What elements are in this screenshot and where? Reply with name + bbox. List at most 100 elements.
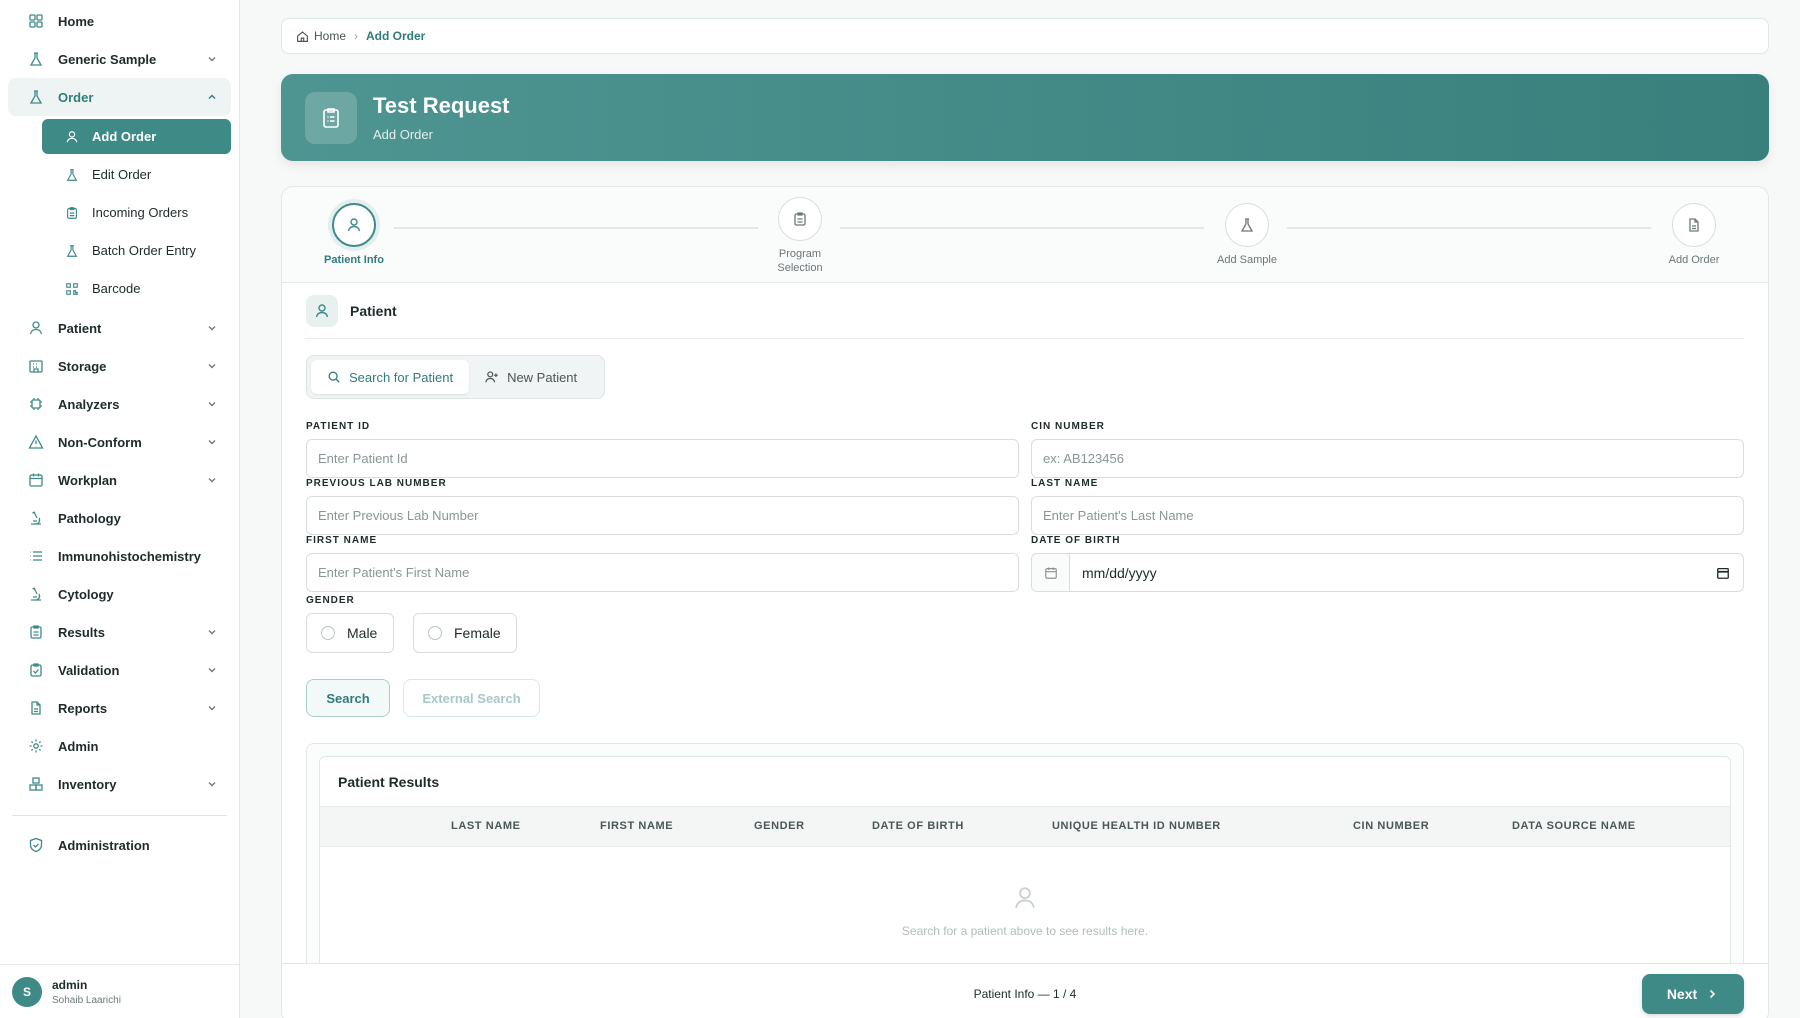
sidebar: Home Generic Sample Order Add Order Edit… <box>0 0 240 1018</box>
sidebar-item-label: Storage <box>58 358 107 374</box>
calendar-icon <box>1032 554 1070 591</box>
sidebar-item-patient[interactable]: Patient <box>8 309 231 347</box>
sidebar-item-cytology[interactable]: Cytology <box>8 575 231 613</box>
sidebar-item-inventory[interactable]: Inventory <box>8 765 231 803</box>
tab-label: New Patient <box>507 369 578 385</box>
sidebar-subitem-batch-order-entry[interactable]: Batch Order Entry <box>42 233 231 268</box>
step-add-order[interactable]: Add Order <box>1634 203 1754 267</box>
sidebar-subitem-label: Incoming Orders <box>92 205 189 220</box>
sidebar-subitem-add-order[interactable]: Add Order <box>42 119 231 154</box>
radio-label: Female <box>454 625 501 641</box>
sidebar-item-label: Results <box>58 624 105 640</box>
first-name-field: FIRST NAME <box>306 535 1019 592</box>
shield-icon <box>28 837 44 853</box>
section-title: Patient <box>350 302 397 319</box>
home-icon <box>297 30 308 42</box>
sidebar-item-label: Non-Conform <box>58 434 142 450</box>
sidebar-item-label: Order <box>58 89 94 105</box>
previous-lab-number-input[interactable] <box>306 496 1019 535</box>
user-icon <box>1015 887 1035 908</box>
patient-mode-tabs: Search for Patient New Patient <box>306 355 605 399</box>
sidebar-item-home[interactable]: Home <box>8 2 231 40</box>
sidebar-subitem-barcode[interactable]: Barcode <box>42 271 231 306</box>
sidebar-item-generic-sample[interactable]: Generic Sample <box>8 40 231 78</box>
main-content: Home › Add Order Test Request Add Order … <box>281 18 1769 1018</box>
user-profile[interactable]: S admin Sohaib Laarichi <box>0 964 240 1018</box>
tab-label: Search for Patient <box>349 369 454 385</box>
sidebar-item-immunohistochemistry[interactable]: Immunohistochemistry <box>8 537 231 575</box>
tab-search-patient[interactable]: Search for Patient <box>311 360 470 394</box>
previous-lab-number-field: PREVIOUS LAB NUMBER <box>306 478 1019 535</box>
field-label: FIRST NAME <box>306 535 378 546</box>
sidebar-item-reports[interactable]: Reports <box>8 689 231 727</box>
step-program-selection[interactable]: Program Selection <box>740 197 860 275</box>
date-of-birth-input[interactable]: mm/dd/yyyy <box>1031 553 1744 592</box>
gender-female-radio[interactable]: Female <box>413 613 517 653</box>
sidebar-item-non-conform[interactable]: Non-Conform <box>8 423 231 461</box>
sidebar-item-storage[interactable]: Storage <box>8 347 231 385</box>
date-of-birth-field: DATE OF BIRTH mm/dd/yyyy <box>1031 535 1744 592</box>
sidebar-item-label: Generic Sample <box>58 51 157 67</box>
sidebar-subitem-label: Add Order <box>92 129 157 144</box>
gender-male-radio[interactable]: Male <box>306 613 394 653</box>
page-subtitle: Add Order <box>373 127 433 142</box>
chevron-down-icon <box>208 57 216 62</box>
breadcrumb-home[interactable]: Home <box>314 29 346 43</box>
step-label: Program Selection <box>777 248 823 274</box>
user-icon <box>332 203 376 247</box>
patient-section: Patient Search for Patient New Patient P… <box>282 283 1768 996</box>
results-title: Patient Results <box>320 757 1730 807</box>
sidebar-item-label: Home <box>58 13 95 29</box>
user-icon <box>28 320 44 336</box>
empty-state: Search for a patient above to see result… <box>320 847 1730 938</box>
last-name-field: LAST NAME <box>1031 478 1744 535</box>
sidebar-item-label: Admin <box>58 738 99 754</box>
sidebar-item-results[interactable]: Results <box>8 613 231 651</box>
sidebar-subitem-label: Edit Order <box>92 167 152 182</box>
patient-results-table: Patient Results LAST NAME FIRST NAME GEN… <box>319 756 1731 996</box>
sidebar-item-label: Validation <box>58 662 120 678</box>
search-button[interactable]: Search <box>306 679 390 717</box>
user-icon <box>64 129 80 145</box>
sidebar-item-label: Pathology <box>58 510 121 526</box>
cin-number-input[interactable] <box>1031 439 1744 478</box>
list-icon <box>28 548 44 564</box>
sidebar-item-analyzers[interactable]: Analyzers <box>8 385 231 423</box>
sidebar-item-label: Cytology <box>58 586 114 602</box>
page-header: Test Request Add Order <box>281 74 1769 161</box>
sidebar-item-workplan[interactable]: Workplan <box>8 461 231 499</box>
clipboard-icon <box>305 91 357 144</box>
calendar-picker-icon[interactable] <box>1703 554 1743 591</box>
flask-icon <box>28 51 44 67</box>
patient-section-header: Patient <box>306 283 1744 339</box>
external-search-button[interactable]: External Search <box>403 679 540 717</box>
warning-icon <box>28 434 44 450</box>
step-patient-info[interactable]: Patient Info <box>294 203 414 267</box>
sidebar-subitem-edit-order[interactable]: Edit Order <box>42 157 231 192</box>
sidebar-item-pathology[interactable]: Pathology <box>8 499 231 537</box>
clipboard-icon <box>64 205 80 221</box>
sidebar-item-label: Analyzers <box>58 396 120 412</box>
sidebar-item-admin[interactable]: Admin <box>8 727 231 765</box>
document-icon <box>1672 203 1716 247</box>
tab-new-patient[interactable]: New Patient <box>469 360 593 394</box>
calendar-icon <box>28 472 44 488</box>
document-icon <box>28 700 44 716</box>
field-label: PREVIOUS LAB NUMBER <box>306 478 447 489</box>
sidebar-item-order[interactable]: Order <box>8 78 231 116</box>
sidebar-item-administration[interactable]: Administration <box>8 826 231 864</box>
patient-id-input[interactable] <box>306 439 1019 478</box>
patient-results-panel: Patient Results LAST NAME FIRST NAME GEN… <box>306 743 1744 996</box>
last-name-input[interactable] <box>1031 496 1744 535</box>
step-add-sample[interactable]: Add Sample <box>1187 203 1307 267</box>
flask-icon <box>64 243 80 259</box>
first-name-input[interactable] <box>306 553 1019 592</box>
sidebar-item-validation[interactable]: Validation <box>8 651 231 689</box>
field-label: DATE OF BIRTH <box>1031 535 1121 546</box>
next-button[interactable]: Next <box>1642 974 1744 1014</box>
column-header: LAST NAME <box>451 820 521 832</box>
chevron-down-icon <box>208 478 216 483</box>
sidebar-subitem-label: Barcode <box>92 281 141 296</box>
sidebar-subitem-incoming-orders[interactable]: Incoming Orders <box>42 195 231 230</box>
wizard-footer: Patient Info — 1 / 4 Next <box>282 963 1768 1018</box>
